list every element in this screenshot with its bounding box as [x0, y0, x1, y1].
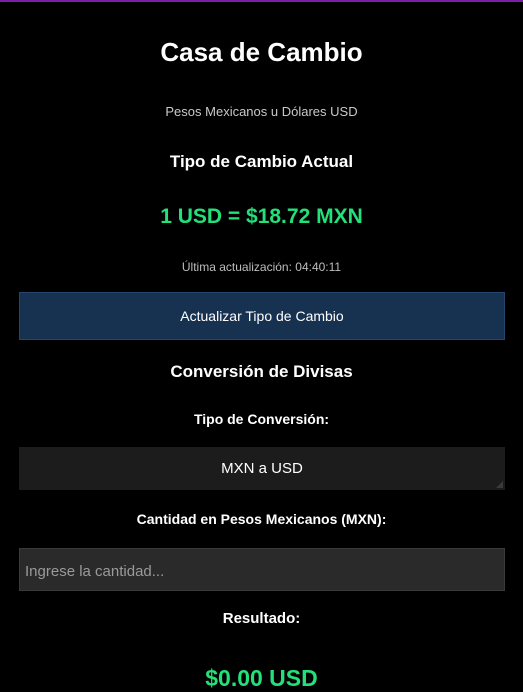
exchange-rate-heading: Tipo de Cambio Actual — [169, 152, 354, 171]
conversion-type-label: Tipo de Conversión: — [193, 411, 330, 427]
page-title: Casa de Cambio — [160, 37, 363, 67]
refresh-rate-button[interactable]: Actualizar Tipo de Cambio — [19, 292, 505, 340]
exchange-rate-value: 1 USD = $18.72 MXN — [160, 205, 363, 228]
refresh-rate-button-label: Actualizar Tipo de Cambio — [180, 308, 344, 324]
amount-label: Cantidad en Pesos Mexicanos (MXN): — [136, 511, 387, 527]
page-subtitle: Pesos Mexicanos u Dólares USD — [165, 104, 358, 119]
conversion-type-select[interactable]: MXN a USD — [19, 447, 505, 490]
amount-input[interactable] — [19, 548, 505, 591]
conversion-heading: Conversión de Divisas — [170, 362, 353, 381]
conversion-type-selected-value: MXN a USD — [221, 460, 303, 477]
last-update-timestamp: Última actualización: 04:40:11 — [181, 260, 342, 274]
result-label: Resultado: — [222, 610, 301, 627]
select-resize-corner-icon — [496, 481, 503, 488]
top-accent-border — [0, 0, 523, 2]
result-value: $0.00 USD — [205, 665, 318, 691]
